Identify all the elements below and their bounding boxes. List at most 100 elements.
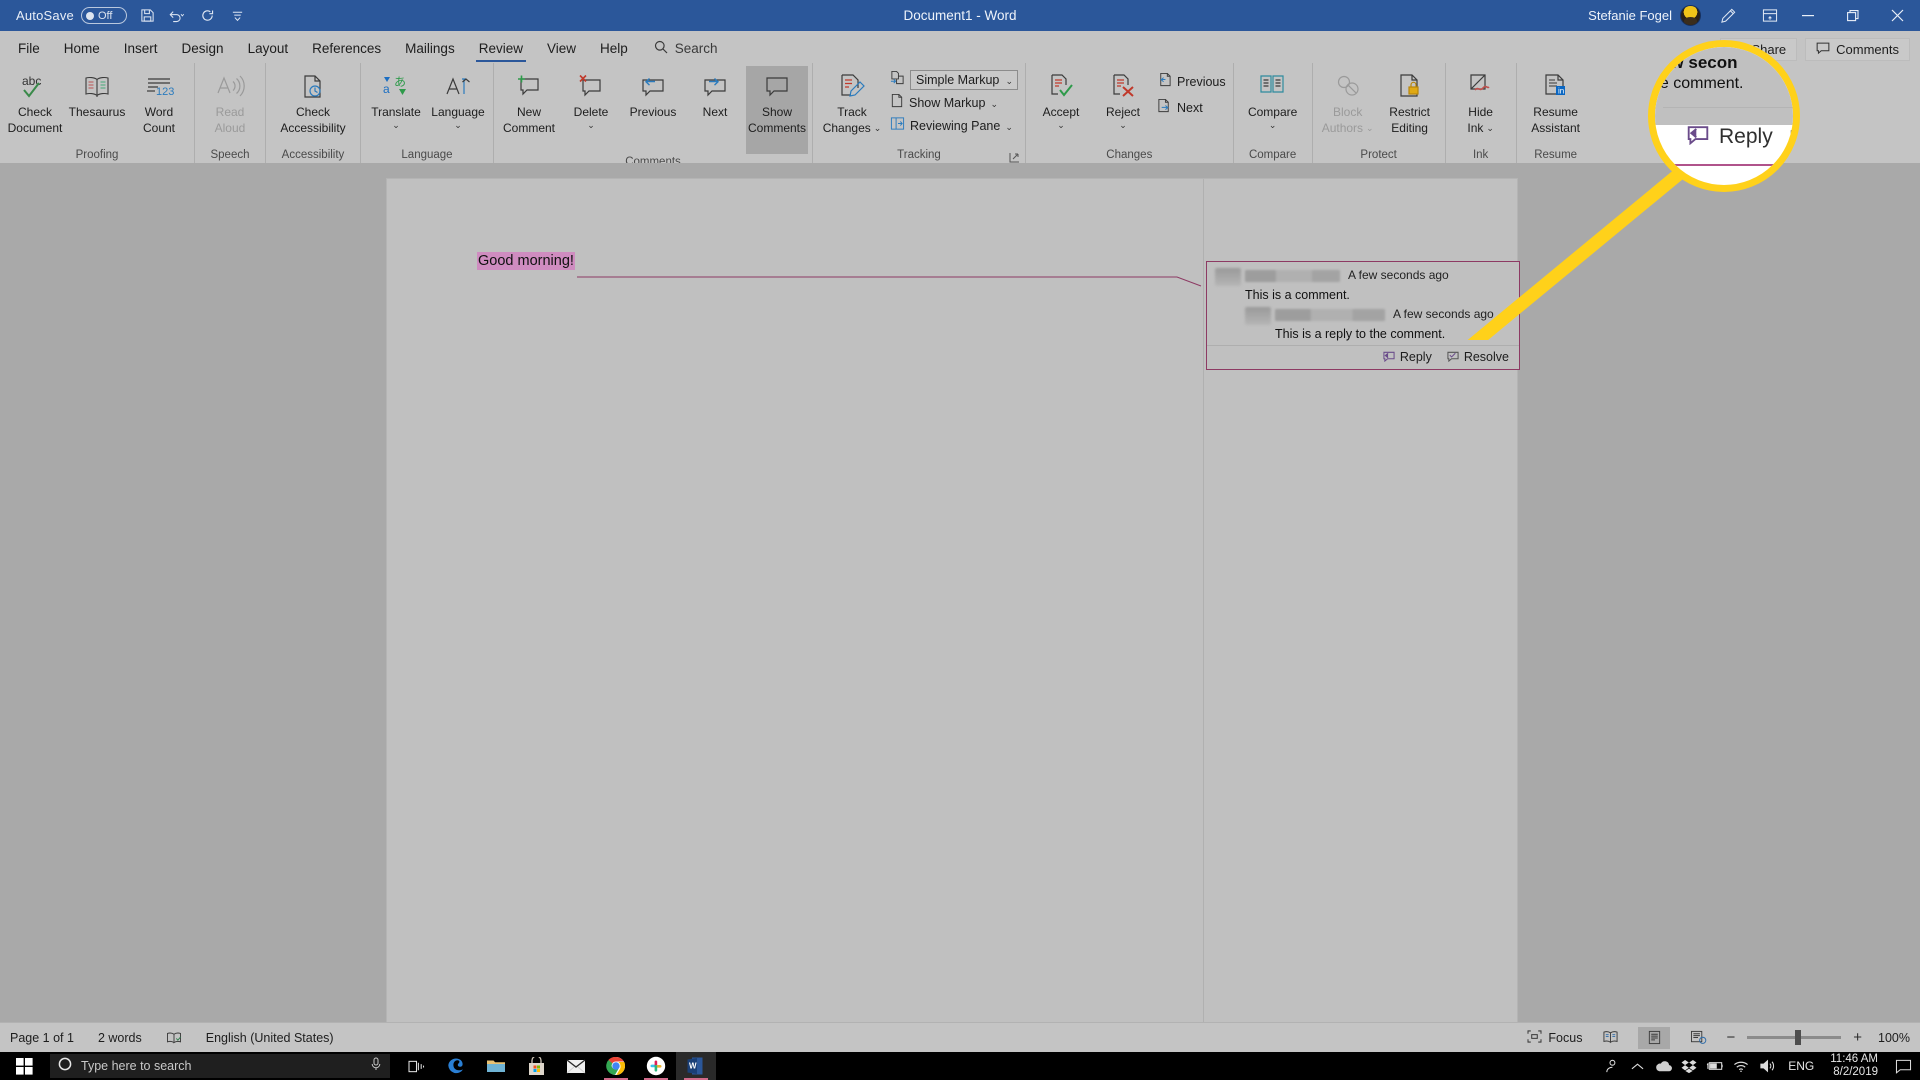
minimize-button[interactable] — [1785, 0, 1830, 31]
check-document-button[interactable]: abc Check Document — [4, 66, 66, 140]
pen-icon[interactable] — [1713, 3, 1743, 29]
autosave-switch[interactable]: Off — [80, 7, 127, 24]
restore-button[interactable] — [1830, 0, 1875, 31]
dropbox-icon[interactable] — [1676, 1052, 1702, 1080]
customize-quick-access-icon[interactable] — [223, 3, 253, 29]
close-button[interactable] — [1875, 0, 1920, 31]
print-layout-button[interactable] — [1638, 1026, 1671, 1049]
people-icon[interactable] — [1598, 1052, 1624, 1080]
zoom-percentage[interactable]: 100% — [1874, 1031, 1910, 1045]
track-changes-dropdown-caret[interactable]: ⌄ — [874, 123, 882, 132]
callout-resolve-icon-wrap[interactable] — [1788, 127, 1793, 154]
word-icon[interactable]: W — [676, 1052, 716, 1080]
user-name[interactable]: Stefanie Fogel — [1588, 8, 1680, 23]
accept-dropdown-caret[interactable]: ⌄ — [1057, 120, 1065, 129]
document-text[interactable]: Good morning! — [477, 252, 575, 270]
onedrive-icon[interactable] — [1650, 1052, 1676, 1080]
file-explorer-icon[interactable] — [476, 1052, 516, 1080]
next-comment-button[interactable]: Next — [684, 66, 746, 140]
task-view-icon[interactable] — [396, 1052, 436, 1080]
tab-references[interactable]: References — [300, 33, 393, 63]
volume-icon[interactable] — [1754, 1052, 1780, 1080]
comments-button[interactable]: Comments — [1805, 38, 1910, 61]
delete-comment-button[interactable]: Delete ⌄ — [560, 66, 622, 140]
delete-dropdown-caret[interactable]: ⌄ — [587, 120, 595, 129]
focus-button[interactable]: Focus — [1527, 1029, 1583, 1046]
keyboard-language[interactable]: ENG — [1780, 1059, 1822, 1073]
ribbon-display-options-icon[interactable] — [1755, 3, 1785, 29]
tab-mailings[interactable]: Mailings — [393, 33, 467, 63]
tracking-dialog-launcher[interactable] — [1009, 150, 1021, 163]
tab-layout[interactable]: Layout — [236, 33, 301, 63]
clock[interactable]: 11:46 AM 8/2/2019 — [1822, 1053, 1886, 1079]
user-avatar[interactable] — [1680, 5, 1701, 26]
edge-icon[interactable] — [436, 1052, 476, 1080]
previous-comment-button[interactable]: Previous — [622, 66, 684, 140]
zoom-slider[interactable] — [1747, 1030, 1842, 1045]
zoom-in-button[interactable]: + — [1853, 1029, 1862, 1046]
web-layout-button[interactable] — [1682, 1027, 1714, 1049]
proofing-status-icon[interactable] — [166, 1031, 182, 1045]
word-count-button[interactable]: 123 Word Count — [128, 66, 190, 140]
language-dropdown-caret[interactable]: ⌄ — [454, 120, 462, 129]
zoom-slider-thumb[interactable] — [1795, 1030, 1802, 1045]
microsoft-store-icon[interactable] — [516, 1052, 556, 1080]
show-markup-caret[interactable]: ⌄ — [990, 99, 998, 108]
track-changes-button[interactable]: Track Changes ⌄ — [817, 66, 887, 140]
compare-button[interactable]: Compare ⌄ — [1238, 66, 1308, 140]
slack-icon[interactable] — [636, 1052, 676, 1080]
tab-insert[interactable]: Insert — [112, 33, 170, 63]
show-markup-row[interactable]: Show Markup ⌄ — [887, 93, 1021, 113]
next-change-button[interactable]: Next — [1154, 98, 1229, 118]
tab-home[interactable]: Home — [52, 33, 112, 63]
tab-review[interactable]: Review — [467, 33, 535, 63]
callout-reply-button[interactable]: Reply — [1685, 123, 1773, 150]
windows-start-icon[interactable] — [0, 1052, 48, 1080]
compare-dropdown-caret[interactable]: ⌄ — [1269, 120, 1277, 129]
chrome-icon[interactable] — [596, 1052, 636, 1080]
mail-icon[interactable] — [556, 1052, 596, 1080]
previous-change-button[interactable]: Previous — [1154, 72, 1229, 92]
display-for-review-dropdown[interactable]: Simple Markup ⌄ — [910, 70, 1018, 90]
accept-change-button[interactable]: Accept ⌄ — [1030, 66, 1092, 140]
tab-file[interactable]: File — [6, 33, 52, 63]
autosave-toggle-group[interactable]: AutoSave Off — [10, 4, 133, 28]
reply-author-avatar — [1245, 307, 1271, 325]
focus-label: Focus — [1548, 1030, 1583, 1045]
reviewing-pane-row[interactable]: Reviewing Pane ⌄ — [887, 116, 1021, 136]
tab-view[interactable]: View — [535, 33, 588, 63]
thesaurus-button[interactable]: Thesaurus — [66, 66, 128, 140]
translate-button[interactable]: a あ Translate ⌄ — [365, 66, 427, 140]
reject-change-button[interactable]: Reject ⌄ — [1092, 66, 1154, 140]
redo-icon[interactable] — [193, 3, 223, 29]
wifi-icon[interactable] — [1728, 1052, 1754, 1080]
microphone-icon[interactable] — [370, 1057, 382, 1076]
show-hidden-icons-icon[interactable] — [1624, 1052, 1650, 1080]
show-comments-button[interactable]: Show Comments — [746, 66, 808, 154]
taskbar-search-box[interactable]: Type here to search — [50, 1054, 390, 1078]
tab-help[interactable]: Help — [588, 33, 640, 63]
action-center-icon[interactable] — [1886, 1052, 1920, 1080]
zoom-out-button[interactable]: − — [1726, 1029, 1735, 1046]
page-indicator[interactable]: Page 1 of 1 — [10, 1031, 74, 1045]
page-body[interactable]: Good morning! — [387, 179, 1202, 1034]
ribbon-group-language: a あ Translate ⌄ Language ⌄ Language — [360, 63, 493, 163]
display-for-review-row[interactable]: Simple Markup ⌄ — [887, 70, 1021, 90]
reviewing-pane-caret[interactable]: ⌄ — [1005, 122, 1013, 131]
language-indicator[interactable]: English (United States) — [206, 1031, 334, 1045]
tab-design[interactable]: Design — [170, 33, 236, 63]
translate-dropdown-caret[interactable]: ⌄ — [392, 120, 400, 129]
comment-reply-button[interactable]: Reply — [1382, 350, 1432, 365]
language-button[interactable]: Language ⌄ — [427, 66, 489, 140]
battery-icon[interactable] — [1702, 1052, 1728, 1080]
comment-resolve-button[interactable]: Resolve — [1446, 350, 1509, 365]
save-icon[interactable] — [133, 3, 163, 29]
word-count-indicator[interactable]: 2 words — [98, 1031, 142, 1045]
search-box[interactable]: Search — [640, 33, 718, 63]
new-comment-button[interactable]: New Comment — [498, 66, 560, 140]
reject-dropdown-caret[interactable]: ⌄ — [1119, 120, 1127, 129]
read-mode-button[interactable] — [1594, 1027, 1626, 1049]
undo-icon[interactable] — [163, 3, 193, 29]
document-page[interactable]: Good morning! A few seconds ago This is … — [386, 178, 1520, 1034]
check-accessibility-button[interactable]: Check Accessibility — [270, 66, 356, 140]
